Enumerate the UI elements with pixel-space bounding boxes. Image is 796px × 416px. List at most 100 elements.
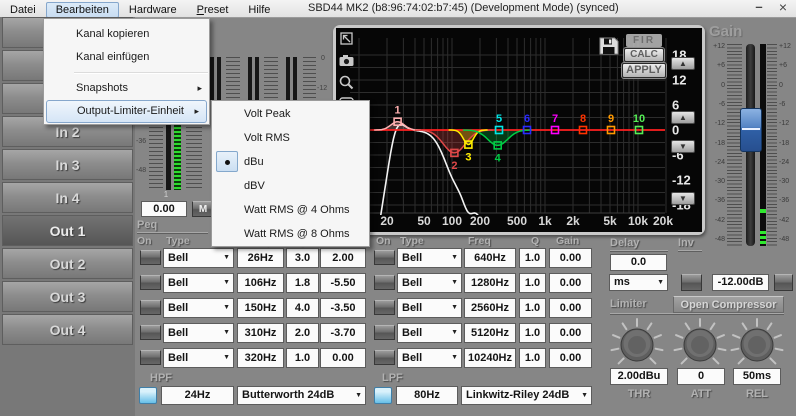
menu-item-kanal-einf-gen[interactable]: Kanal einfügen	[44, 46, 209, 69]
peq-right-row2-freq-input[interactable]: 1280Hz	[464, 273, 516, 293]
menubar-item-preset[interactable]: Preset	[187, 2, 239, 18]
lpf-enable-checkbox[interactable]	[374, 387, 392, 404]
peq-right-row1-type-select[interactable]: Bell▼	[397, 248, 462, 268]
delay-value-input[interactable]: 0.0	[610, 254, 667, 271]
peq-left-row5-freq-input[interactable]: 320Hz	[237, 348, 284, 368]
menu-item-watt-rms-8-ohms[interactable]: Watt RMS @ 8 Ohms	[212, 222, 369, 246]
peq-left-row4-q-input[interactable]: 2.0	[286, 323, 319, 343]
peq-right-row5-freq-input[interactable]: 10240Hz	[464, 348, 516, 368]
peq-right-row4-q-input[interactable]: 1.0	[519, 323, 546, 343]
channel-gain-input[interactable]: 0.00	[141, 201, 187, 217]
sidebar-channel-out1[interactable]: Out 1	[2, 215, 133, 246]
menubar-item-bearbeiten[interactable]: Bearbeiten	[46, 2, 119, 18]
peq-left-row5-q-input[interactable]: 1.0	[286, 348, 319, 368]
peq-left-row2-freq-input[interactable]: 106Hz	[237, 273, 284, 293]
peq-right-row4-type-select[interactable]: Bell▼	[397, 323, 462, 343]
peq-right-row5-type-select[interactable]: Bell▼	[397, 348, 462, 368]
scale-up-icon[interactable]: ▲	[671, 111, 695, 124]
peq-left-row3-on-button[interactable]	[140, 300, 161, 315]
scale-down-icon[interactable]: ▼	[671, 192, 695, 205]
pan-icon[interactable]	[338, 30, 355, 47]
peq-left-row1-q-input[interactable]: 3.0	[286, 248, 319, 268]
gain-link-button[interactable]	[774, 274, 793, 291]
calc-button[interactable]: CALC	[624, 48, 664, 62]
delay-unit-select[interactable]: ms ▼	[609, 274, 668, 291]
output-gain-readout[interactable]: -12.00dB	[712, 274, 769, 291]
peq-left-row4-freq-input[interactable]: 310Hz	[237, 323, 284, 343]
close-icon[interactable]: ×	[772, 0, 794, 15]
menu-item-watt-rms-4-ohms[interactable]: Watt RMS @ 4 Ohms	[212, 198, 369, 222]
menubar-item-datei[interactable]: Datei	[0, 2, 46, 18]
sidebar-channel-out4[interactable]: Out 4	[2, 314, 133, 345]
menu-item-dbu[interactable]: dBu	[212, 150, 369, 174]
peq-left-row3-freq-input[interactable]: 150Hz	[237, 298, 284, 318]
peq-right-row1-on-button[interactable]	[374, 250, 395, 265]
peq-left-row3-q-input[interactable]: 4.0	[286, 298, 319, 318]
menu-item-output-limiter-einheit[interactable]: Output-Limiter-Einheit▸	[46, 100, 207, 123]
limiter-thr-value[interactable]: 2.00dBu	[610, 368, 668, 385]
sidebar-channel-out3[interactable]: Out 3	[2, 281, 133, 312]
peq-left-row3-type-select[interactable]: Bell▼	[163, 298, 234, 318]
peq-left-row1-freq-input[interactable]: 26Hz	[237, 248, 284, 268]
peq-right-row5-gain-input[interactable]: 0.00	[549, 348, 592, 368]
peq-left-row1-on-button[interactable]	[140, 250, 161, 265]
sidebar-channel-in3[interactable]: In 3	[2, 149, 133, 180]
limiter-knob-thr[interactable]	[609, 317, 665, 373]
limiter-knob-att[interactable]	[672, 317, 728, 373]
camera-icon[interactable]	[338, 52, 355, 69]
inv-toggle-button[interactable]	[681, 274, 702, 291]
sidebar-channel-out2[interactable]: Out 2	[2, 248, 133, 279]
hpf-enable-checkbox[interactable]	[139, 387, 157, 404]
peq-right-row2-gain-input[interactable]: 0.00	[549, 273, 592, 293]
menu-item-volt-rms[interactable]: Volt RMS	[212, 126, 369, 150]
peq-right-row4-gain-input[interactable]: 0.00	[549, 323, 592, 343]
hpf-freq-input[interactable]: 24Hz	[161, 386, 234, 405]
peq-left-row1-gain-input[interactable]: 2.00	[320, 248, 366, 268]
zoom-icon[interactable]	[338, 74, 355, 91]
peq-right-row3-q-input[interactable]: 1.0	[519, 298, 546, 318]
menu-item-volt-peak[interactable]: Volt Peak	[212, 102, 369, 126]
peq-left-row2-gain-input[interactable]: -5.50	[320, 273, 366, 293]
peq-left-row2-on-button[interactable]	[140, 275, 161, 290]
peq-left-row3-gain-input[interactable]: -3.50	[320, 298, 366, 318]
menu-item-snapshots[interactable]: Snapshots▸	[44, 77, 209, 100]
limiter-att-value[interactable]: 0	[677, 368, 725, 385]
peq-left-row5-type-select[interactable]: Bell▼	[163, 348, 234, 368]
sidebar-channel-in4[interactable]: In 4	[2, 182, 133, 213]
apply-button[interactable]: APPLY	[622, 63, 666, 78]
open-compressor-button[interactable]: Open Compressor	[673, 296, 784, 313]
peq-left-row2-type-select[interactable]: Bell▼	[163, 273, 234, 293]
peq-right-row4-freq-input[interactable]: 5120Hz	[464, 323, 516, 343]
scale-up-icon[interactable]: ▲	[671, 57, 695, 70]
peq-left-row4-on-button[interactable]	[140, 325, 161, 340]
peq-right-row1-gain-input[interactable]: 0.00	[549, 248, 592, 268]
peq-left-row4-type-select[interactable]: Bell▼	[163, 323, 234, 343]
peq-right-row5-q-input[interactable]: 1.0	[519, 348, 546, 368]
menubar-item-hardware[interactable]: Hardware	[119, 2, 187, 18]
peq-right-row3-type-select[interactable]: Bell▼	[397, 298, 462, 318]
peq-left-row5-on-button[interactable]	[140, 350, 161, 365]
lpf-type-select[interactable]: Linkwitz-Riley 24dB ▼	[461, 386, 592, 405]
scale-down-icon[interactable]: ▼	[671, 140, 695, 153]
peq-right-row2-q-input[interactable]: 1.0	[519, 273, 546, 293]
limiter-rel-value[interactable]: 50ms	[733, 368, 781, 385]
menu-item-dbv[interactable]: dBV	[212, 174, 369, 198]
peq-right-row3-on-button[interactable]	[374, 300, 395, 315]
peq-right-row4-on-button[interactable]	[374, 325, 395, 340]
peq-left-row1-type-select[interactable]: Bell▼	[163, 248, 234, 268]
peq-left-row5-gain-input[interactable]: 0.00	[320, 348, 366, 368]
peq-right-row2-type-select[interactable]: Bell▼	[397, 273, 462, 293]
peq-left-row4-gain-input[interactable]: -3.70	[320, 323, 366, 343]
peq-right-row2-on-button[interactable]	[374, 275, 395, 290]
hpf-type-select[interactable]: Butterworth 24dB ▼	[237, 386, 366, 405]
peq-left-row2-q-input[interactable]: 1.8	[286, 273, 319, 293]
peq-right-row1-q-input[interactable]: 1.0	[519, 248, 546, 268]
menu-item-kanal-kopieren[interactable]: Kanal kopieren	[44, 23, 209, 46]
limiter-knob-rel[interactable]	[729, 317, 785, 373]
peq-right-row3-gain-input[interactable]: 0.00	[549, 298, 592, 318]
gain-fader-handle[interactable]	[740, 108, 762, 152]
menubar-item-hilfe[interactable]: Hilfe	[238, 2, 280, 18]
lpf-freq-input[interactable]: 80Hz	[396, 386, 458, 405]
peq-right-row5-on-button[interactable]	[374, 350, 395, 365]
save-icon[interactable]	[598, 36, 620, 61]
